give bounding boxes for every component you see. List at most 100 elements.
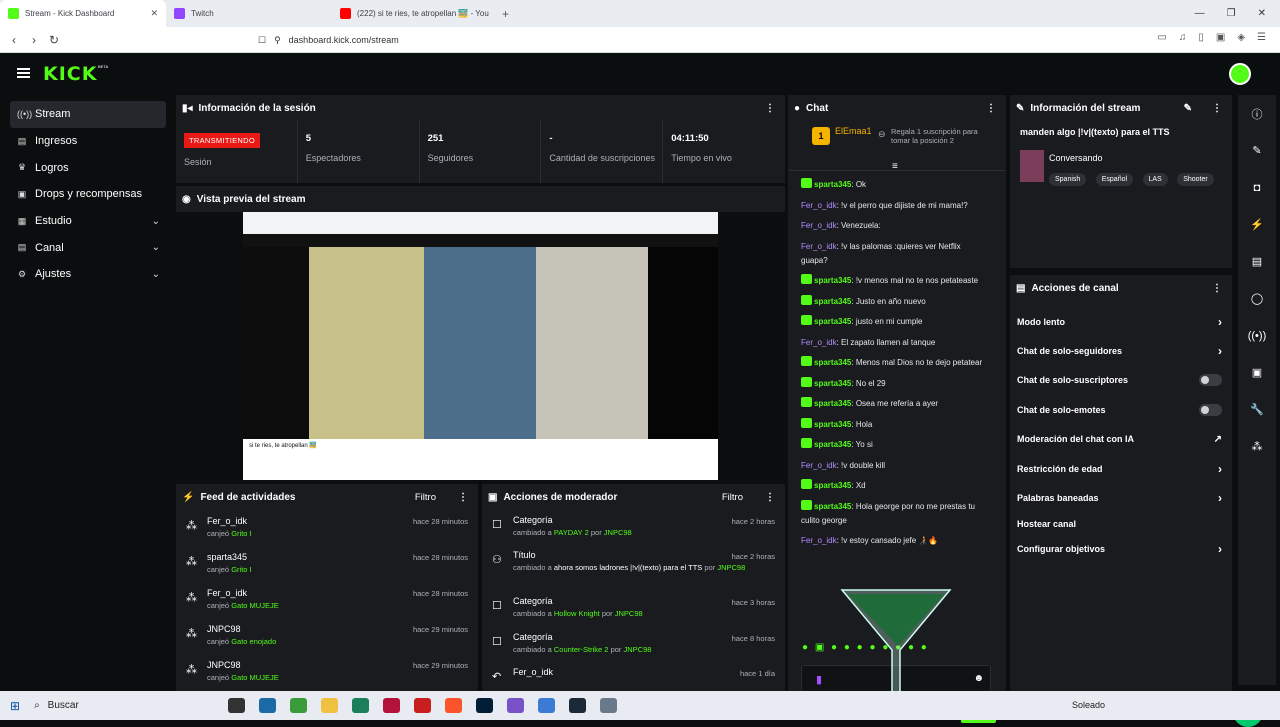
shield-icon[interactable]: ◘: [1238, 169, 1276, 206]
collapse-icon[interactable]: ≡: [892, 161, 898, 172]
kick-logo[interactable]: KICK: [43, 63, 97, 85]
wrench-icon[interactable]: 🔧: [1238, 391, 1276, 428]
more-options-icon[interactable]: ⋮: [765, 492, 775, 503]
sidebar-item-ajustes[interactable]: ⚙ Ajustes ⌄: [10, 261, 166, 288]
browser-tab-twitch[interactable]: Twitch: [166, 0, 332, 27]
folder-icon[interactable]: [321, 698, 338, 713]
sidebar-item-ingresos[interactable]: ▤ Ingresos: [10, 128, 166, 155]
app-icon[interactable]: [507, 698, 524, 713]
lightning-icon[interactable]: ⚡: [1238, 206, 1276, 243]
browser-tab-youtube[interactable]: (222) si te ries, te atropellan 🚟 - You: [332, 0, 498, 27]
taskbar-search[interactable]: ⌕ Buscar: [34, 700, 79, 711]
photoshop-icon[interactable]: [476, 698, 493, 713]
extension-icon[interactable]: ▭: [1157, 32, 1166, 43]
stream-preview-video[interactable]: si te ries, te atropellan 🚟: [243, 212, 718, 480]
menu-icon[interactable]: ☰: [1257, 32, 1266, 43]
task-view-icon[interactable]: [228, 698, 245, 713]
mod-user[interactable]: JNPC98: [604, 528, 632, 537]
shield-icon[interactable]: ◈: [1237, 32, 1245, 43]
more-options-icon[interactable]: ⋮: [986, 103, 996, 114]
browser-tab-kick[interactable]: Stream - Kick Dashboard ✕: [0, 0, 166, 27]
site-info-icon[interactable]: ⚲: [274, 35, 281, 46]
windows-start-icon[interactable]: ⊞: [10, 699, 20, 713]
chevron-down-icon[interactable]: ⌄: [152, 269, 160, 280]
layout-icon[interactable]: ▣: [1238, 354, 1276, 391]
broadcast-icon[interactable]: ((•)): [1238, 317, 1276, 354]
close-window-icon[interactable]: ✕: [1258, 8, 1266, 19]
forward-icon[interactable]: ›: [24, 33, 44, 47]
chat-username[interactable]: sparta345: [814, 481, 851, 490]
points-icon[interactable]: ⁂: [1238, 428, 1276, 465]
hamburger-menu-icon[interactable]: [17, 68, 30, 78]
app-icon[interactable]: [538, 698, 555, 713]
sidebar-item-drops[interactable]: ▣ Drops y recompensas: [10, 181, 166, 208]
chat-username[interactable]: sparta345: [814, 297, 851, 306]
mod-user[interactable]: JNPC98: [717, 563, 745, 572]
chat-username[interactable]: sparta345: [814, 379, 851, 388]
filter-button[interactable]: Filtro: [415, 492, 436, 503]
app-icon[interactable]: [259, 698, 276, 713]
chat-username[interactable]: sparta345: [814, 399, 851, 408]
minimize-icon[interactable]: —: [1195, 8, 1205, 19]
new-tab-icon[interactable]: +: [502, 7, 509, 21]
mod-user[interactable]: JNPC98: [615, 609, 643, 618]
action-followers-only[interactable]: Chat de solo-seguidores ›: [1010, 336, 1232, 365]
more-options-icon[interactable]: ⋮: [458, 492, 468, 503]
document-icon[interactable]: ▤: [1238, 243, 1276, 280]
feed-user[interactable]: JNPC98: [207, 660, 279, 670]
back-icon[interactable]: ‹: [4, 33, 24, 47]
emoji-icon[interactable]: ☻: [973, 673, 984, 684]
action-ai-moderation[interactable]: Moderación del chat con IA ↗: [1010, 425, 1232, 454]
app-icon[interactable]: [290, 698, 307, 713]
chat-username[interactable]: sparta345: [814, 420, 851, 429]
app-icon[interactable]: [414, 698, 431, 713]
chat-username[interactable]: sparta345: [814, 440, 851, 449]
close-tab-icon[interactable]: ✕: [150, 8, 158, 19]
chat-username[interactable]: Fer_o_idk: [801, 242, 837, 251]
edit-icon[interactable]: ✎: [1184, 103, 1192, 114]
more-options-icon[interactable]: ⋮: [1212, 283, 1222, 294]
chat-username[interactable]: sparta345: [814, 317, 851, 326]
app-icon[interactable]: [352, 698, 369, 713]
chat-username[interactable]: Fer_o_idk: [801, 461, 837, 470]
restore-icon[interactable]: ❐: [1227, 8, 1236, 19]
sidebar-item-logros[interactable]: ♛ Logros: [10, 154, 166, 181]
chat-username[interactable]: Fer_o_idk: [801, 221, 837, 230]
feed-user[interactable]: Fer_o_idk: [207, 516, 252, 526]
brave-icon[interactable]: [445, 698, 462, 713]
info-icon[interactable]: ⓘ: [1238, 95, 1276, 132]
pencil-icon[interactable]: ✎: [1238, 132, 1276, 169]
more-options-icon[interactable]: ⋮: [765, 103, 775, 114]
app-icon[interactable]: [383, 698, 400, 713]
sidebar-icon[interactable]: ▯: [1198, 32, 1204, 43]
reload-icon[interactable]: ↻: [44, 33, 64, 47]
action-host-channel[interactable]: Hostear canal: [1010, 513, 1232, 535]
feed-user[interactable]: Fer_o_idk: [207, 588, 279, 598]
filter-button[interactable]: Filtro: [722, 492, 743, 503]
chat-username[interactable]: sparta345: [814, 180, 851, 189]
more-options-icon[interactable]: ⋮: [1212, 103, 1222, 114]
chat-username[interactable]: sparta345: [814, 502, 851, 511]
feed-user[interactable]: sparta345: [207, 552, 252, 562]
action-age-restriction[interactable]: Restricción de edad ›: [1010, 454, 1232, 483]
chevron-down-icon[interactable]: ⌄: [152, 216, 160, 227]
bookmark-icon[interactable]: ☐: [258, 35, 266, 46]
action-slow-mode[interactable]: Modo lento ›: [1010, 307, 1232, 336]
sidebar-item-canal[interactable]: ▤ Canal ⌄: [10, 234, 166, 261]
chat-username[interactable]: Fer_o_idk: [801, 536, 837, 545]
microphone-icon[interactable]: ▮: [816, 673, 822, 686]
chat-username[interactable]: Fer_o_idk: [801, 338, 837, 347]
weather-widget[interactable]: Soleado: [1072, 700, 1105, 710]
music-icon[interactable]: ♫: [1179, 32, 1187, 43]
action-set-goals[interactable]: Configurar objetivos ›: [1010, 535, 1232, 564]
chat-username[interactable]: sparta345: [814, 276, 851, 285]
feed-user[interactable]: JNPC98: [207, 624, 276, 634]
action-banned-words[interactable]: Palabras baneadas ›: [1010, 483, 1232, 512]
user-avatar[interactable]: [1229, 63, 1251, 85]
emotes-only-toggle[interactable]: [1199, 403, 1222, 416]
chat-username[interactable]: Fer_o_idk: [801, 201, 837, 210]
chat-bubble-icon[interactable]: ◯: [1238, 280, 1276, 317]
chat-username[interactable]: sparta345: [814, 358, 851, 367]
mod-user[interactable]: JNPC98: [624, 645, 652, 654]
wallet-icon[interactable]: ▣: [1216, 32, 1225, 43]
